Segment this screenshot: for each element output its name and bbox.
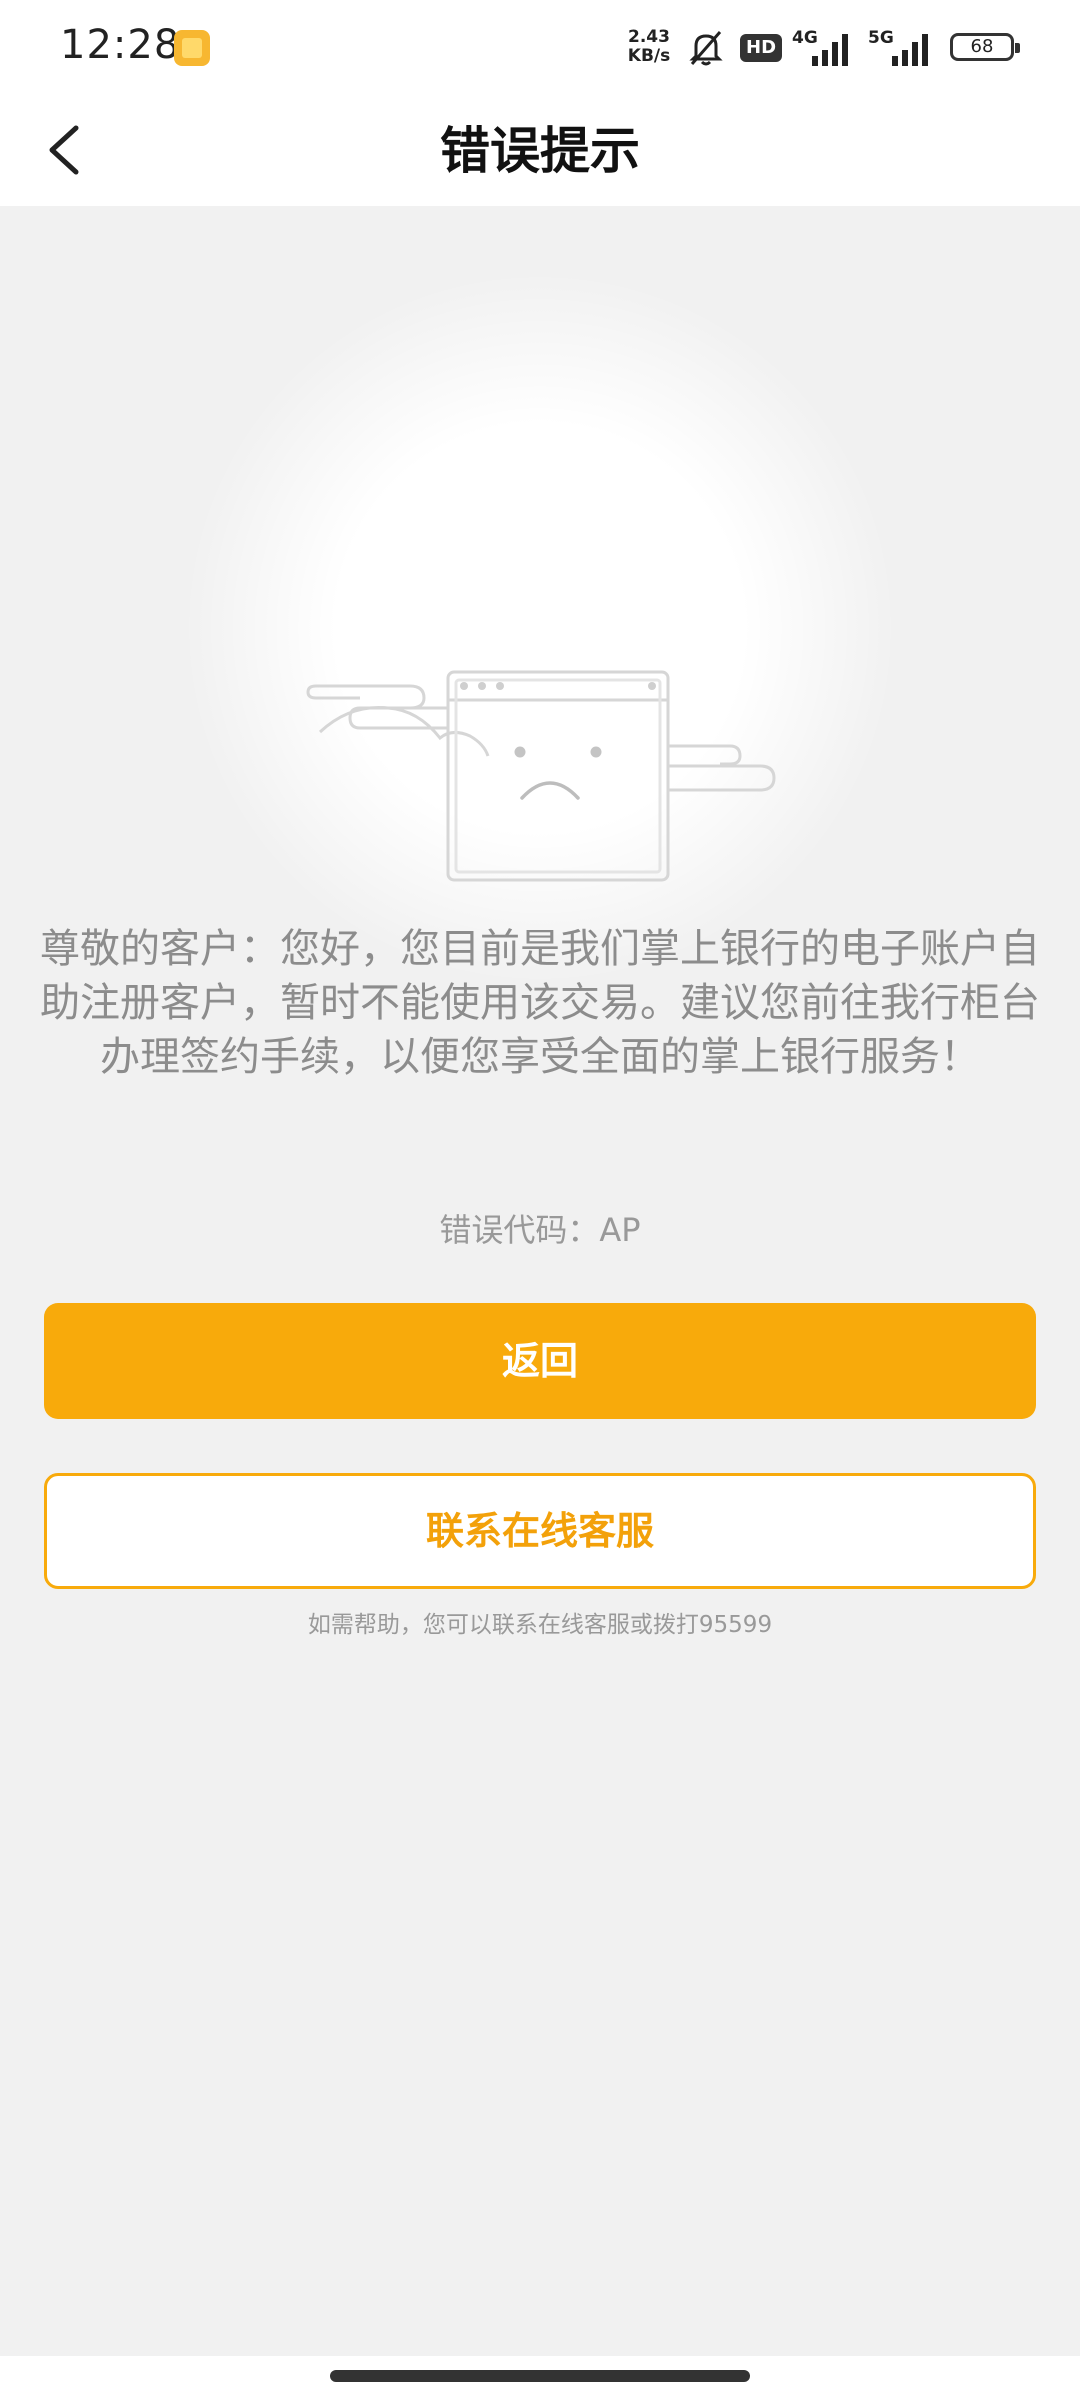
- status-bar: 12:28 2.43 KB/s HD 4G 5G 68: [0, 0, 1080, 96]
- page-title: 错误提示: [440, 122, 640, 180]
- status-time: 12:28: [60, 22, 181, 68]
- network-speed: 2.43 KB/s: [622, 28, 676, 66]
- gesture-bar: [0, 2356, 1080, 2400]
- signal-icon-2: [892, 34, 928, 66]
- back-action-button[interactable]: 返回: [44, 1303, 1036, 1419]
- error-code: 错误代码：AP: [439, 1211, 641, 1249]
- notification-app-icon: [174, 30, 210, 66]
- battery-icon: 68: [950, 33, 1020, 61]
- error-message: 尊敬的客户：您好，您目前是我们掌上银行的电子账户自助注册客户，暂时不能使用该交易…: [40, 926, 1040, 1080]
- error-content: 尊敬的客户：您好，您目前是我们掌上银行的电子账户自助注册客户，暂时不能使用该交易…: [0, 206, 1080, 2356]
- nav-bar: 错误提示: [0, 96, 1080, 206]
- sad-window-illustration: [306, 670, 776, 882]
- help-text: 如需帮助，您可以联系在线客服或拨打95599: [307, 1612, 773, 1638]
- network-speed-unit: KB/s: [627, 46, 671, 66]
- contact-support-button[interactable]: 联系在线客服: [44, 1473, 1036, 1589]
- hd-badge: HD: [740, 34, 783, 62]
- network-speed-value: 2.43: [628, 27, 670, 47]
- mute-icon: [689, 31, 723, 66]
- home-indicator[interactable]: [330, 2370, 750, 2382]
- signal-icon-1: [812, 34, 848, 66]
